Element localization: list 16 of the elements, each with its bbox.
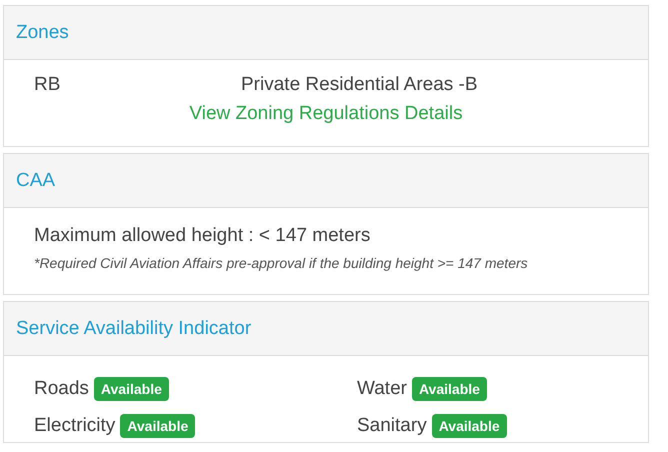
status-badge: Available	[94, 377, 169, 401]
max-height-text: Maximum allowed height : < 147 meters	[34, 225, 372, 247]
service-label: Water	[357, 378, 407, 400]
status-badge: Available	[120, 414, 196, 438]
zoning-regulations-link[interactable]: View Zoning Regulations Details	[189, 103, 463, 125]
panel-title: CAA	[16, 170, 56, 192]
status-badge: Available	[432, 414, 507, 438]
service-label: Roads	[34, 378, 89, 400]
service-label: Electricity	[34, 415, 116, 437]
service-label: Sanitary	[357, 415, 427, 437]
zone-code: RB	[34, 74, 62, 96]
approval-note: *Required Civil Aviation Affairs pre-approval if the building height >= 147 meters	[34, 255, 529, 271]
zone-name: Private Residential Areas -B	[241, 74, 478, 96]
panel-title: Zones	[16, 22, 69, 44]
status-badge: Available	[412, 377, 487, 401]
panel-title: Service Availability Indicator	[16, 318, 252, 340]
